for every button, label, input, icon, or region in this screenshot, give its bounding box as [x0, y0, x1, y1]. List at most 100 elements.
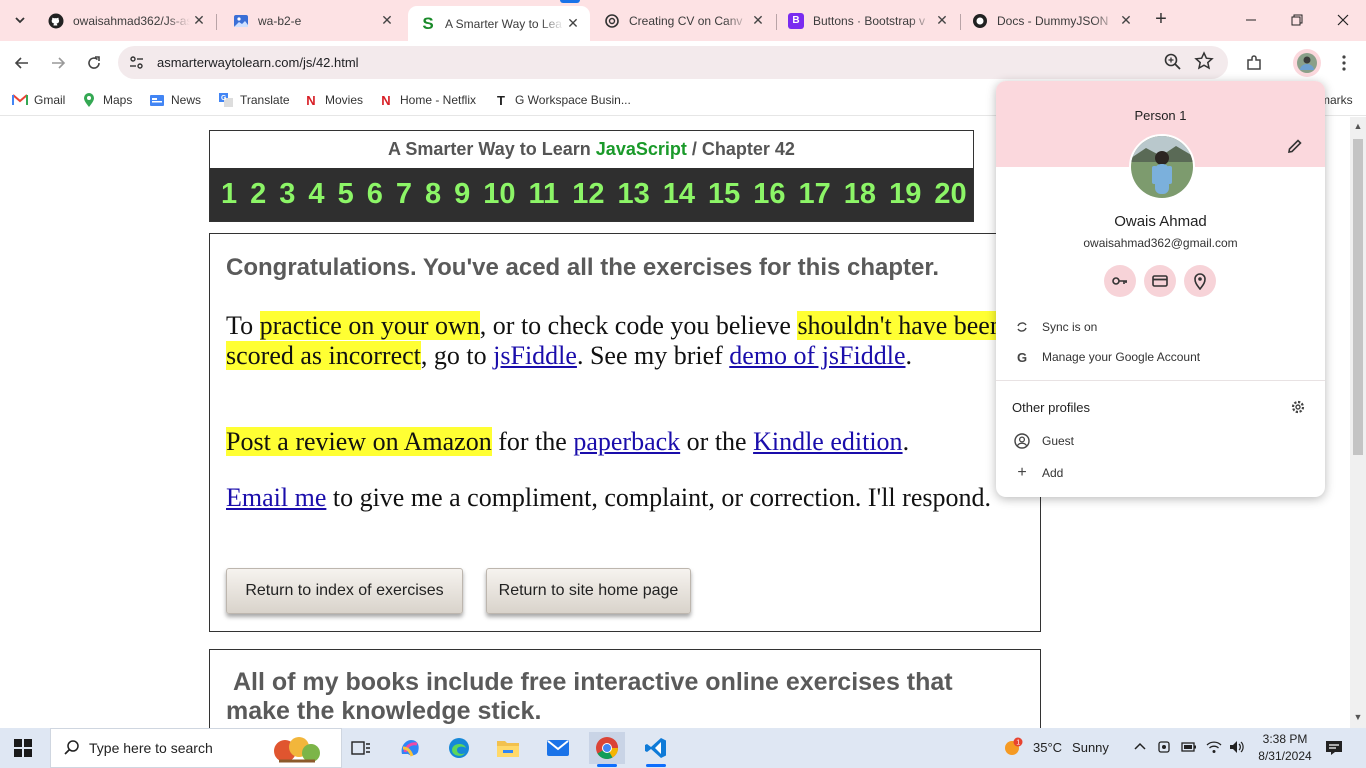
svg-text:1: 1	[1016, 740, 1020, 747]
addresses-button[interactable]	[1184, 265, 1216, 297]
zoom-icon[interactable]	[1163, 52, 1183, 72]
meet-now-icon[interactable]	[1157, 740, 1171, 757]
chapter-link[interactable]: 3	[279, 178, 295, 211]
bookmark-gmail[interactable]: Gmail	[12, 91, 65, 109]
vscode-button[interactable]	[638, 732, 674, 767]
paperback-link[interactable]: paperback	[573, 427, 680, 456]
add-profile-item[interactable]: + Add	[996, 459, 1325, 487]
tab-wa-b2-e[interactable]: wa-b2-e ✕	[221, 6, 404, 35]
tab-creating-cv[interactable]: Creating CV on Canv ✕	[592, 6, 775, 35]
chapter-link[interactable]: 7	[396, 178, 412, 211]
close-icon[interactable]: ✕	[933, 12, 951, 29]
reload-icon	[88, 56, 100, 69]
bookmark-maps[interactable]: Maps	[81, 91, 132, 109]
weather-widget[interactable]: 1 35°C Sunny	[1003, 737, 1109, 757]
bookmark-star-icon[interactable]	[1193, 50, 1215, 72]
taskbar-search[interactable]: Type here to search	[50, 728, 342, 768]
profile-button[interactable]	[1293, 49, 1321, 77]
weather-temp: 35°C	[1033, 739, 1063, 755]
jsfiddle-link[interactable]: jsFiddle	[493, 341, 577, 370]
volume-icon[interactable]	[1229, 740, 1245, 757]
account-circle-icon	[1014, 433, 1030, 449]
chevron-up-icon[interactable]	[1133, 740, 1147, 754]
extensions-button[interactable]	[1240, 49, 1268, 77]
gear-icon[interactable]	[1290, 399, 1306, 415]
file-explorer-button[interactable]	[490, 732, 526, 764]
chapter-link[interactable]: 17	[799, 178, 831, 211]
reload-button[interactable]	[80, 49, 108, 77]
bookmark-workspace[interactable]: T G Workspace Busin...	[493, 91, 631, 109]
dummyjson-icon	[972, 13, 988, 29]
scroll-down-icon[interactable]: ▼	[1350, 712, 1366, 722]
chapter-link[interactable]: 19	[889, 178, 921, 211]
clock-date: 8/31/2024	[1258, 749, 1312, 763]
bookmark-news[interactable]: News	[149, 91, 201, 109]
chapter-link[interactable]: 10	[483, 178, 515, 211]
wifi-icon[interactable]	[1206, 740, 1222, 757]
books-panel: All of my books include free interactive…	[209, 649, 1041, 728]
chapter-link[interactable]: 13	[617, 178, 649, 211]
chapter-link[interactable]: 1	[221, 178, 237, 211]
tab-bootstrap[interactable]: B Buttons · Bootstrap v ✕	[776, 6, 959, 35]
close-icon[interactable]: ✕	[378, 12, 396, 29]
tab-smarter-way[interactable]: S A Smarter Way to Lea ✕	[408, 0, 590, 41]
sync-item[interactable]: Sync is on	[996, 313, 1325, 341]
bookmark-translate[interactable]: G Translate	[218, 91, 290, 109]
chapter-link[interactable]: 12	[572, 178, 604, 211]
chapter-link[interactable]: 2	[250, 178, 266, 211]
chapter-link[interactable]: 4	[308, 178, 324, 211]
chapter-link[interactable]: 18	[844, 178, 876, 211]
menu-button[interactable]	[1330, 49, 1358, 77]
tab-dummyjson[interactable]: Docs - DummyJSON ✕	[960, 6, 1143, 35]
close-icon[interactable]: ✕	[190, 12, 208, 29]
new-tab-button[interactable]: +	[1150, 9, 1172, 31]
restore-button[interactable]	[1274, 0, 1320, 40]
page-scrollbar[interactable]: ▲ ▼	[1350, 117, 1366, 728]
pencil-icon[interactable]	[1286, 137, 1304, 155]
site-info-icon[interactable]	[128, 54, 145, 71]
chrome-button[interactable]	[589, 732, 625, 767]
battery-icon[interactable]	[1181, 740, 1197, 757]
chapter-link[interactable]: 11	[529, 178, 560, 211]
close-icon[interactable]: ✕	[749, 12, 767, 29]
chapter-link[interactable]: 8	[425, 178, 441, 211]
bookmark-home-netflix[interactable]: N Home - Netflix	[378, 91, 476, 109]
address-bar[interactable]: asmarterwaytolearn.com/js/42.html	[118, 46, 1228, 79]
chapter-link[interactable]: 15	[708, 178, 740, 211]
close-window-button[interactable]	[1320, 0, 1366, 40]
chapter-link[interactable]: 9	[454, 178, 470, 211]
tab-github[interactable]: owaisahmad362/Js-as ✕	[36, 6, 216, 35]
notification-icon[interactable]	[1325, 740, 1343, 756]
edge-button[interactable]	[441, 732, 477, 764]
guest-profile-item[interactable]: Guest	[996, 427, 1325, 455]
chapter-link[interactable]: 20	[934, 178, 966, 211]
kindle-link[interactable]: Kindle edition	[753, 427, 902, 456]
windows-start-icon[interactable]	[14, 739, 32, 757]
forward-button[interactable]	[44, 49, 72, 77]
passwords-button[interactable]	[1104, 265, 1136, 297]
chapter-link[interactable]: 14	[663, 178, 695, 211]
scroll-up-icon[interactable]: ▲	[1350, 121, 1366, 131]
minimize-button[interactable]	[1228, 0, 1274, 40]
copilot-button[interactable]	[392, 732, 428, 764]
manage-account-item[interactable]: G Manage your Google Account	[996, 343, 1325, 371]
email-me-link[interactable]: Email me	[226, 483, 326, 512]
close-icon[interactable]: ✕	[564, 15, 582, 32]
system-clock[interactable]: 3:38 PM 8/31/2024	[1250, 731, 1320, 765]
demo-jsfiddle-link[interactable]: demo of jsFiddle	[729, 341, 905, 370]
return-home-button[interactable]: Return to site home page	[486, 568, 691, 614]
return-index-button[interactable]: Return to index of exercises	[226, 568, 463, 614]
bookmark-movies[interactable]: N Movies	[303, 91, 363, 109]
chapter-link[interactable]: 16	[753, 178, 785, 211]
back-button[interactable]	[8, 49, 36, 77]
sun-icon: 1	[1005, 737, 1023, 755]
chapter-link[interactable]: 5	[338, 178, 354, 211]
mail-button[interactable]	[540, 732, 576, 764]
task-view-button[interactable]	[343, 732, 379, 764]
chapter-link[interactable]: 6	[367, 178, 383, 211]
payment-methods-button[interactable]	[1144, 265, 1176, 297]
close-icon[interactable]: ✕	[1117, 12, 1135, 29]
scroll-thumb[interactable]	[1353, 139, 1363, 455]
tab-search-button[interactable]	[8, 8, 32, 32]
url-text[interactable]: asmarterwaytolearn.com/js/42.html	[157, 55, 359, 70]
